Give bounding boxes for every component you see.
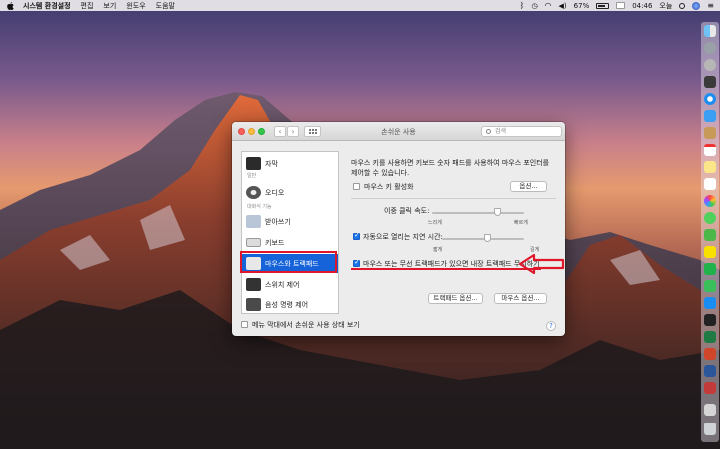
search-field[interactable]: 검색 xyxy=(481,126,562,137)
preview-icon[interactable] xyxy=(704,382,716,394)
downloads-stack-icon[interactable] xyxy=(704,404,716,416)
menu-view[interactable]: 보기 xyxy=(103,1,116,11)
notification-center-icon[interactable]: ≡ xyxy=(707,1,714,10)
double-click-speed-knob[interactable] xyxy=(494,208,501,216)
sidebar-item-label: 오디오 xyxy=(265,188,285,197)
battery-icon[interactable] xyxy=(596,2,610,9)
spring-loading-slider[interactable] xyxy=(442,238,524,240)
contacts-icon[interactable] xyxy=(704,127,716,139)
search-placeholder: 검색 xyxy=(495,128,507,135)
photos-app-icon[interactable] xyxy=(704,76,716,88)
spring-loading-label: 자동으로 열리는 지연 시간: xyxy=(363,233,443,241)
double-click-slow-label: 느리게 xyxy=(428,220,442,226)
sidebar-item-label: 음성 명령 제어 xyxy=(265,300,309,309)
kakaotalk-icon[interactable] xyxy=(704,246,716,258)
phone-icon[interactable] xyxy=(704,280,716,292)
menu-help[interactable]: 도움말 xyxy=(156,1,175,11)
accessibility-window: ‹ › 손쉬운 사용 검색 자막 일반 오디오 대화식 기능 받아쓰기 키보드 xyxy=(232,122,565,336)
help-button[interactable]: ? xyxy=(546,321,556,331)
spring-loading-checkbox[interactable] xyxy=(353,231,360,240)
sidebar-item-keyboard[interactable]: 키보드 xyxy=(242,233,338,252)
trackpad-options-button[interactable]: 트랙패드 옵션... xyxy=(428,293,483,304)
title-bar: ‹ › 손쉬운 사용 검색 xyxy=(232,122,565,141)
rocket-icon[interactable] xyxy=(704,59,716,71)
sidebar-item-label: 자막 xyxy=(265,159,278,168)
arrow-annotation xyxy=(518,253,565,275)
search-icon xyxy=(486,129,491,134)
double-click-speed-label: 이중 클릭 속도: xyxy=(384,207,430,215)
sidebar-item-captions[interactable]: 자막 xyxy=(242,154,338,173)
messages-icon[interactable] xyxy=(704,212,716,224)
line-icon[interactable] xyxy=(704,263,716,275)
menu-bar-status-label: 메뉴 막대에서 손쉬운 사용 상태 보기 xyxy=(252,321,360,329)
app-store-icon[interactable] xyxy=(704,297,716,309)
sidebar-item-label: 받아쓰기 xyxy=(265,217,291,226)
photos-icon[interactable] xyxy=(704,195,716,207)
speaker-icon xyxy=(246,186,261,199)
mouse-keys-options-button[interactable]: 옵션... xyxy=(510,181,547,192)
safari-icon[interactable] xyxy=(704,93,716,105)
apple-menu-icon[interactable] xyxy=(5,1,15,11)
finder-icon[interactable] xyxy=(704,25,716,37)
sidebar-item-dictation[interactable]: 받아쓰기 xyxy=(242,212,338,231)
launchpad-icon[interactable] xyxy=(704,42,716,54)
menu-edit[interactable]: 편집 xyxy=(81,1,94,11)
mouse-options-button[interactable]: 마우스 옵션... xyxy=(494,293,547,304)
microphone-icon xyxy=(246,215,261,228)
voice-control-icon xyxy=(246,298,261,311)
bluetooth-icon[interactable]: ᛒ xyxy=(520,1,525,10)
trash-icon[interactable] xyxy=(704,423,716,435)
clock-icon[interactable]: ◷ xyxy=(531,2,537,10)
underline-annotation xyxy=(351,268,541,270)
captions-icon xyxy=(246,157,261,170)
divider xyxy=(351,198,556,199)
menu-window[interactable]: 윈도우 xyxy=(126,1,145,11)
menu-app-name[interactable]: 시스템 환경설정 xyxy=(23,1,71,11)
spring-short-label: 짧게 xyxy=(433,247,443,253)
sidebar-item-label: 키보드 xyxy=(265,238,285,247)
mouse-keys-label: 마우스 키 활성화 xyxy=(364,183,414,191)
menu-bar: 시스템 환경설정 편집 보기 윈도우 도움말 ᛒ ◷ ◠ ◀) 67% 04:4… xyxy=(0,0,720,11)
switch-control-icon xyxy=(246,278,261,291)
keyboard-icon xyxy=(246,238,261,247)
sidebar-item-switch-control[interactable]: 스위치 제어 xyxy=(242,275,338,294)
battery-percent[interactable]: 67% xyxy=(574,2,590,10)
sidebar-item-label: 스위치 제어 xyxy=(265,280,300,289)
mouse-keys-checkbox[interactable] xyxy=(353,183,360,190)
sidebar-list: 자막 일반 오디오 대화식 기능 받아쓰기 키보드 마우스와 트랙패드 스위치 … xyxy=(241,151,339,314)
sidebar-group-interaction: 대화식 기능 xyxy=(247,204,272,210)
menu-user[interactable]: 오늘 xyxy=(659,1,672,11)
terminal-icon[interactable] xyxy=(704,314,716,326)
facetime-icon[interactable] xyxy=(704,229,716,241)
siri-icon[interactable] xyxy=(692,1,701,10)
mail-icon[interactable] xyxy=(704,110,716,122)
spotlight-icon[interactable] xyxy=(679,2,686,9)
menu-clock[interactable]: 04:46 xyxy=(632,2,652,10)
volume-icon[interactable]: ◀) xyxy=(559,2,567,10)
wifi-icon[interactable]: ◠ xyxy=(545,1,552,10)
double-click-speed-slider[interactable] xyxy=(432,212,524,214)
sidebar-item-audio[interactable]: 오디오 xyxy=(242,183,338,202)
spring-loading-knob[interactable] xyxy=(484,234,491,242)
dock xyxy=(701,22,719,442)
mouse-keys-description: 마우스 키를 사용하면 키보드 숫자 패드를 사용하여 마우스 포인터를 제어할… xyxy=(351,159,550,177)
sidebar-group-general: 일반 xyxy=(247,173,257,179)
calendar-icon[interactable] xyxy=(704,144,716,156)
double-click-fast-label: 빠르게 xyxy=(514,220,528,226)
sidebar-item-voice-control[interactable]: 음성 명령 제어 xyxy=(242,295,338,314)
reminders-icon[interactable] xyxy=(704,178,716,190)
selection-highlight-annotation xyxy=(240,251,337,273)
menu-bar-status-checkbox[interactable] xyxy=(241,321,248,328)
excel-icon[interactable] xyxy=(704,331,716,343)
ignore-trackpad-checkbox[interactable] xyxy=(353,258,360,267)
word-icon[interactable] xyxy=(704,365,716,377)
notes-icon[interactable] xyxy=(704,161,716,173)
flag-icon[interactable] xyxy=(616,2,626,9)
powerpoint-icon[interactable] xyxy=(704,348,716,360)
